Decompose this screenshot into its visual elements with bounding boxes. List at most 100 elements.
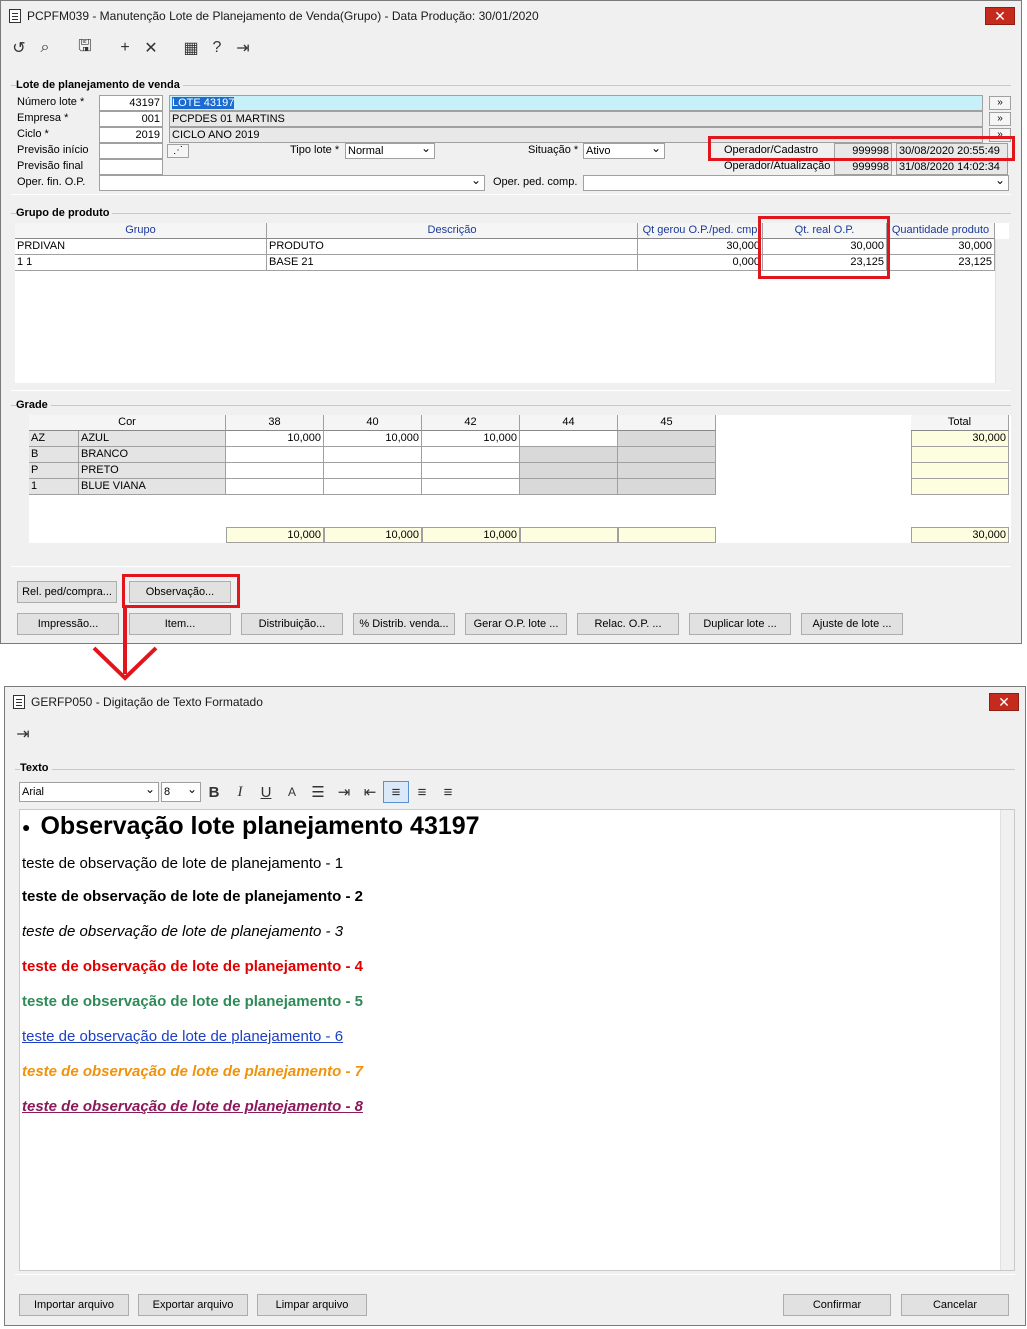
grade-cell[interactable]: AZ [29,431,79,447]
confirmar-button[interactable]: Confirmar [783,1294,891,1316]
grade-cell[interactable] [911,463,1009,479]
ciclo-input[interactable]: 2019 [99,127,163,143]
grade-cell[interactable] [226,479,324,495]
gerar-op-button[interactable]: Gerar O.P. lote ... [465,613,567,635]
exportar-button[interactable]: Exportar arquivo [138,1294,248,1316]
numero-more-button[interactable]: » [989,96,1011,110]
close-button[interactable]: ✕ [985,7,1015,25]
grade-header[interactable]: 40 [324,415,422,431]
grupo-cell[interactable]: 0,000 [638,255,763,271]
grade-cell[interactable] [520,479,618,495]
size-select[interactable]: 8 [161,780,201,802]
grade-cell[interactable] [422,463,520,479]
grade-cell[interactable]: B [29,447,79,463]
grade-cell[interactable]: P [29,463,79,479]
grade-cell[interactable]: 10,000 [422,431,520,447]
grupo-cell[interactable]: PRODUTO [267,239,638,255]
align-right-icon[interactable]: ≡ [435,781,461,803]
grupo-cell[interactable]: 30,000 [887,239,995,255]
grupo-header[interactable]: Qt gerou O.P./ped. cmp [638,223,763,239]
limpar-button[interactable]: Limpar arquivo [257,1294,367,1316]
grade-cell[interactable] [618,431,716,447]
rich-text-area[interactable]: ● Observação lote planejamento 43197 test… [19,809,1015,1271]
indent-icon[interactable]: ⇥ [331,781,357,803]
grade-cell[interactable] [520,431,618,447]
close-button[interactable]: ✕ [989,693,1019,711]
bullet-list-icon[interactable]: ☰ [305,781,331,803]
grade-cell[interactable] [618,463,716,479]
grupo-cell[interactable]: 1 1 [15,255,267,271]
grupo-cell[interactable]: PRDIVAN [15,239,267,255]
bold-icon[interactable]: B [201,781,227,803]
grade-header[interactable]: Cor [29,415,226,431]
situacao-select[interactable]: Ativo [583,141,665,159]
grade-cell[interactable] [422,447,520,463]
distrib-venda-button[interactable]: % Distrib. venda... [353,613,455,635]
underline-icon[interactable]: U [253,781,279,803]
grade-cell[interactable] [324,479,422,495]
grade-cell[interactable] [618,479,716,495]
grade-header[interactable]: Total [911,415,1009,431]
add-icon[interactable]: + [113,36,137,60]
grupo-header[interactable]: Grupo [15,223,267,239]
exit-icon[interactable]: ⇥ [11,722,35,746]
grade-header[interactable]: 38 [226,415,324,431]
align-left-icon[interactable]: ≡ [383,781,409,803]
distribuicao-button[interactable]: Distribuição... [241,613,343,635]
grade-cell[interactable]: 30,000 [911,431,1009,447]
grade-cell[interactable]: BRANCO [79,447,226,463]
grupo-cell[interactable]: 30,000 [638,239,763,255]
grade-cell[interactable] [324,447,422,463]
grade-cell[interactable] [618,447,716,463]
grade-cell[interactable] [520,463,618,479]
grade-cell[interactable]: PRETO [79,463,226,479]
text-scrollbar[interactable] [1000,810,1014,1270]
outdent-icon[interactable]: ⇤ [357,781,383,803]
help-icon[interactable]: ? [205,36,229,60]
cancelar-button[interactable]: Cancelar [901,1294,1009,1316]
delete-icon[interactable]: ✕ [139,36,163,60]
grade-cell[interactable] [520,447,618,463]
oper-fin-select[interactable] [99,173,485,191]
font-select[interactable]: Arial [19,780,159,802]
grade-cell[interactable] [422,479,520,495]
relac-op-button[interactable]: Relac. O.P. ... [577,613,679,635]
calendar-picker-button[interactable]: ⋰ [167,144,189,158]
duplicar-button[interactable]: Duplicar lote ... [689,613,791,635]
grupo-header[interactable]: Quantidade produto [887,223,995,239]
grade-cell[interactable] [911,447,1009,463]
empresa-input[interactable]: 001 [99,111,163,127]
grade-cell[interactable]: AZUL [79,431,226,447]
grupo-header[interactable]: Descrição [267,223,638,239]
grupo-cell[interactable]: 23,125 [887,255,995,271]
grupo-cell[interactable]: BASE 21 [267,255,638,271]
grade-cell[interactable]: 10,000 [226,431,324,447]
prev-final-input[interactable] [99,159,163,175]
grade-cell[interactable] [324,463,422,479]
empresa-more-button[interactable]: » [989,112,1011,126]
grade-cell[interactable] [226,447,324,463]
exit-icon[interactable]: ⇥ [231,36,255,60]
prev-inicio-input[interactable] [99,143,163,159]
grade-cell[interactable]: BLUE VIANA [79,479,226,495]
grade-header[interactable]: 42 [422,415,520,431]
undo-icon[interactable]: ↺ [7,36,31,60]
importar-button[interactable]: Importar arquivo [19,1294,129,1316]
save-icon[interactable]: 🖫 [73,36,97,60]
tipo-select[interactable]: Normal [345,141,435,159]
search-icon[interactable]: ⌕ [33,36,57,60]
italic-icon[interactable]: I [227,781,253,803]
oper-ped-select[interactable] [583,173,1009,191]
numero-input[interactable]: 43197 [99,95,163,111]
calendar-icon[interactable]: ▦ [179,36,203,60]
ajuste-button[interactable]: Ajuste de lote ... [801,613,903,635]
grupo-scrollbar[interactable] [995,239,1009,383]
grade-cell[interactable] [911,479,1009,495]
grade-header[interactable]: 45 [618,415,716,431]
grade-cell[interactable]: 1 [29,479,79,495]
grade-cell[interactable]: 10,000 [324,431,422,447]
grade-cell[interactable] [226,463,324,479]
grade-header[interactable]: 44 [520,415,618,431]
align-center-icon[interactable]: ≡ [409,781,435,803]
font-color-icon[interactable]: A [279,781,305,803]
